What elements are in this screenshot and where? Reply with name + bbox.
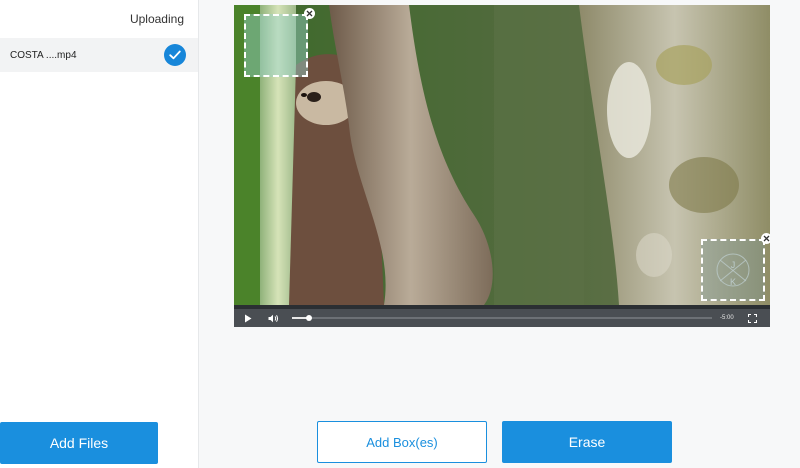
video-player: J K -5:00	[234, 5, 770, 327]
erase-button[interactable]: Erase	[502, 421, 672, 463]
add-boxes-button[interactable]: Add Box(es)	[317, 421, 487, 463]
selection-box[interactable]	[244, 8, 315, 77]
play-icon[interactable]	[236, 309, 260, 327]
player-controls: -5:00	[234, 309, 770, 327]
upload-status-label: Uploading	[129, 12, 184, 26]
file-sidebar: Uploading COSTA ....mp4 Add Files	[0, 0, 199, 468]
add-files-button[interactable]: Add Files	[0, 422, 158, 464]
close-icon[interactable]	[304, 8, 315, 19]
video-frame[interactable]: J K	[234, 5, 770, 305]
close-icon[interactable]	[761, 233, 770, 244]
check-icon	[164, 44, 186, 66]
volume-icon[interactable]	[260, 309, 286, 327]
fullscreen-icon[interactable]	[740, 309, 764, 327]
selection-box[interactable]	[701, 233, 770, 301]
time-remaining: -5:00	[720, 315, 734, 321]
file-list-item[interactable]: COSTA ....mp4	[0, 38, 198, 72]
file-name: COSTA ....mp4	[10, 49, 77, 61]
seek-bar[interactable]	[292, 315, 712, 321]
seek-handle[interactable]	[305, 315, 312, 321]
video-still: J K	[234, 5, 770, 305]
